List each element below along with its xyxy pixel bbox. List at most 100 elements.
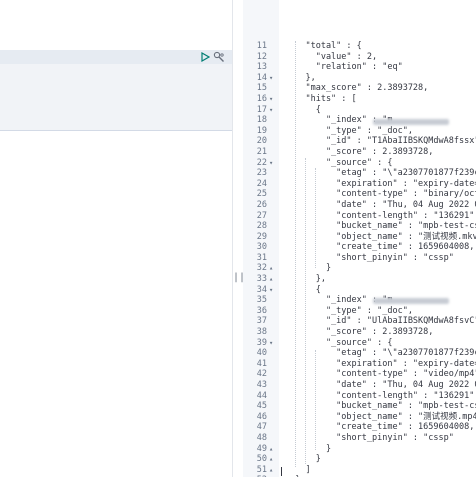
line-number: 41: [256, 358, 267, 369]
line-number: 32: [256, 263, 267, 274]
fold-toggle-icon[interactable]: ▾: [269, 285, 278, 296]
code-line: 40 "etag" : "\"a2307701877f239cb18a0: [243, 348, 476, 359]
code-text: "bucket_name" : "mpb-test-css-sha: [336, 221, 476, 232]
code-text: }: [285, 443, 332, 454]
line-number: 51: [256, 464, 267, 475]
code-text: "expiration" : "expiry-date=\"Sat: [336, 178, 476, 189]
code-line: 43 "date" : "Thu, 04 Aug 2022 09:06:: [243, 380, 476, 391]
line-number: 27: [256, 210, 267, 221]
code-line: 36 "_type" : "_doc",: [243, 306, 476, 317]
drag-handle-icon[interactable]: ||: [233, 272, 245, 284]
code-text: {: [285, 104, 321, 115]
code-line: 25 "content-type" : "binary/octet-st: [243, 189, 476, 200]
line-number: 28: [256, 221, 267, 232]
code-line: 38 "_score" : 2.3893728,: [243, 327, 476, 338]
wrench-icon[interactable]: [213, 51, 225, 63]
fold-toggle-icon[interactable]: ▴: [269, 454, 278, 465]
code-text: "expiration" : "expiry-date=\"Sat: [336, 358, 476, 369]
code-text: "create_time" : 1659604008,: [285, 242, 475, 253]
code-text: "short_pinyin" : "cssp": [285, 252, 454, 263]
code-line: 32 ▴ }: [243, 263, 476, 274]
fold-toggle-icon[interactable]: ▾: [269, 158, 278, 169]
code-text: },: [285, 274, 326, 285]
fold-toggle-icon[interactable]: ▴: [269, 444, 278, 455]
code-text: "bucket_name" : "mpb-test-css-sha: [336, 401, 476, 412]
code-line: 11 "total" : {: [243, 41, 476, 52]
code-line: 22 ▾ "_source" : {: [243, 158, 476, 169]
code-line: 27 "content-length" : "136291",: [243, 211, 476, 222]
line-number: 35: [256, 295, 267, 306]
code-text: "content-length" : "136291",: [285, 210, 476, 221]
fold-toggle-icon[interactable]: ▾: [269, 105, 278, 116]
code-line: 26 "date" : "Thu, 04 Aug 2022 09:06:: [243, 200, 476, 211]
fold-toggle-icon[interactable]: ▾: [269, 338, 278, 349]
line-number: 45: [256, 401, 267, 412]
code-line: 17 ▾ {: [243, 105, 476, 116]
code-text: "object_name" : "测试视频.mp4",: [285, 411, 476, 422]
code-text: "hits" : [: [285, 93, 357, 104]
line-number: 26: [256, 199, 267, 210]
code-text: "_type" : "_doc",: [285, 305, 413, 316]
editor-blank-area[interactable]: [0, 0, 232, 50]
code-line: 34 ▾ {: [243, 285, 476, 296]
fold-toggle-icon[interactable]: ▾: [269, 73, 278, 84]
code-text: }: [285, 454, 321, 465]
code-text: {: [285, 284, 321, 295]
line-number: 21: [256, 146, 267, 157]
code-text: "etag" : "\"a2307701877f239cb18a0: [336, 348, 476, 359]
request-editor-pane[interactable]: [0, 0, 232, 477]
pane-resize-divider[interactable]: [232, 0, 243, 477]
code-text: "max_score" : 2.3893728,: [285, 83, 429, 94]
code-line: 14 ▾ },: [243, 73, 476, 84]
line-number: 43: [256, 380, 267, 390]
line-number: 29: [256, 231, 267, 242]
code-text: "date" : "Thu, 04 Aug 2022 09:06:: [336, 380, 476, 390]
play-icon[interactable]: [200, 52, 210, 62]
fold-toggle-icon[interactable]: ▴: [269, 465, 278, 476]
fold-toggle-icon[interactable]: ▴: [269, 263, 278, 274]
editor-empty-area[interactable]: [0, 131, 232, 477]
line-number: 38: [256, 327, 267, 338]
code-line: 23 "etag" : "\"a2307701877f239cb18a0: [243, 168, 476, 179]
line-number: 18: [256, 115, 267, 126]
code-text: "_source" : {: [285, 337, 393, 348]
code-line: 12 "value" : 2,: [243, 52, 476, 63]
code-text: "short_pinyin" : "cssp": [285, 432, 454, 443]
code-line: 15 "max_score" : 2.3893728,: [243, 83, 476, 94]
code-text: "content-length" : "136291",: [285, 390, 476, 401]
line-number: 19: [256, 125, 267, 136]
response-code: 11 "total" : {12 "value" : 2, 13 "relatio…: [243, 41, 476, 477]
line-number: 31: [256, 252, 267, 263]
request-body-area[interactable]: [0, 64, 232, 131]
redacted-index-value: [373, 119, 449, 125]
line-number: 40: [256, 348, 267, 359]
line-number: 50: [256, 454, 267, 465]
line-number: 30: [256, 242, 267, 253]
response-pane: 11 "total" : {12 "value" : 2, 13 "relatio…: [243, 0, 476, 477]
code-line: 49 ▴ }: [243, 444, 476, 455]
code-text: "_score" : 2.3893728,: [285, 146, 434, 157]
selected-request-line[interactable]: [0, 50, 232, 64]
line-number: 39: [256, 337, 267, 348]
line-number: 17: [256, 104, 267, 115]
line-number: 42: [256, 369, 267, 380]
code-line: 30 "create_time" : 1659604008,: [243, 242, 476, 253]
line-number: 46: [256, 411, 267, 422]
fold-toggle-icon[interactable]: ▾: [269, 94, 278, 105]
code-text: "_score" : 2.3893728,: [285, 327, 434, 338]
code-line: 37 "_id" : "UlAbaIIBSKQMdwA8fsvC",: [243, 316, 476, 327]
code-line: 47 "create_time" : 1659604008,: [243, 422, 476, 433]
line-number: 23: [256, 168, 267, 179]
code-line: 13 "relation" : "eq": [243, 62, 476, 73]
code-line: 51 ▴ ]: [243, 465, 476, 476]
code-line: 45 "bucket_name" : "mpb-test-css-sha: [243, 401, 476, 412]
code-line: 44 "content-length" : "136291",: [243, 391, 476, 402]
code-line: 19 "_type" : "_doc",: [243, 126, 476, 137]
line-number: 48: [256, 432, 267, 443]
line-number: 20: [256, 136, 267, 147]
line-number: 15: [256, 83, 267, 94]
code-text: },: [285, 72, 316, 83]
code-line: 29 "object_name" : "测试视频.mkv",: [243, 232, 476, 243]
fold-toggle-icon[interactable]: ▴: [269, 274, 278, 285]
line-number: 13: [256, 62, 267, 73]
